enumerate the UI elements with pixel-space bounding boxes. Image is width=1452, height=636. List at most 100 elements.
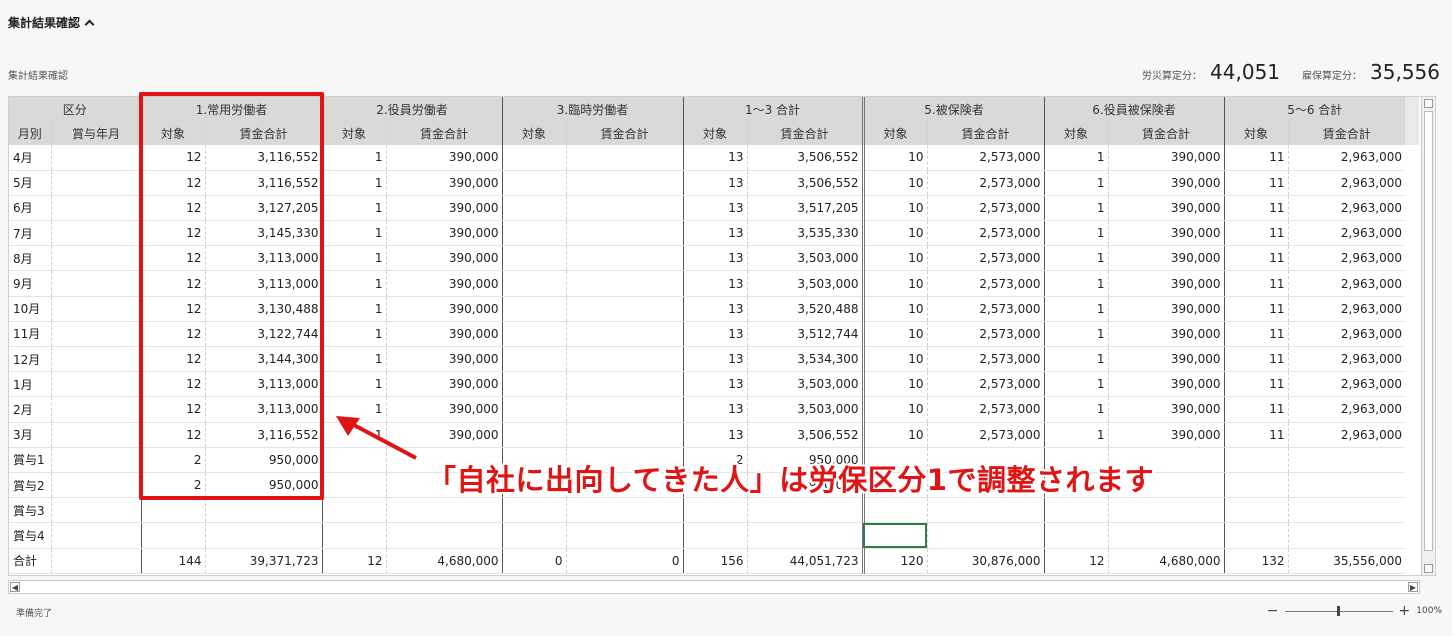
count-cell[interactable]: 13 [683,321,748,348]
count-cell[interactable]: 1 [322,170,387,196]
count-cell[interactable] [683,497,748,524]
wage-cell[interactable]: 0 [566,547,684,574]
count-cell[interactable] [502,346,567,373]
count-cell[interactable] [322,497,387,524]
wage-cell[interactable]: 2,573,000 [927,396,1045,423]
wage-cell[interactable] [566,396,684,423]
row-label[interactable]: 賞与3 [9,497,52,524]
count-cell[interactable]: 1 [322,296,387,322]
count-cell[interactable] [683,522,748,549]
count-cell[interactable]: 156 [683,547,748,574]
wage-cell[interactable]: 390,000 [1108,422,1225,448]
count-cell[interactable] [1224,522,1289,549]
wage-cell[interactable] [1108,522,1225,549]
count-cell[interactable]: 11 [1224,321,1289,348]
count-cell[interactable]: 11 [1224,220,1289,247]
count-cell[interactable] [1044,497,1109,524]
count-cell[interactable] [322,472,387,499]
row-label[interactable]: 1月 [9,371,52,398]
row-label[interactable]: 7月 [9,220,52,247]
count-cell[interactable]: 11 [1224,422,1289,448]
count-cell[interactable]: 132 [1224,547,1289,574]
count-cell[interactable]: 1 [1044,371,1109,398]
wage-cell[interactable]: 3,535,330 [747,220,865,247]
count-cell[interactable]: 1 [1044,296,1109,322]
wage-cell[interactable]: 390,000 [386,245,503,272]
wage-cell[interactable]: 3,506,552 [747,145,865,171]
bonus-month-cell[interactable] [51,145,142,171]
wage-cell[interactable]: 2,963,000 [1288,396,1405,423]
count-cell[interactable]: 11 [1224,270,1289,297]
count-cell[interactable] [502,422,567,448]
wage-cell[interactable]: 35,556,000 [1288,547,1405,574]
wage-cell[interactable]: 3,506,552 [747,170,865,196]
count-cell[interactable]: 11 [1224,195,1289,222]
wage-cell[interactable]: 2,573,000 [927,270,1045,297]
wage-cell[interactable]: 390,000 [1108,220,1225,247]
wage-cell[interactable]: 3,512,744 [747,321,865,348]
row-label[interactable]: 賞与4 [9,522,52,549]
wage-cell[interactable] [566,195,684,222]
wage-cell[interactable]: 2,573,000 [927,145,1045,171]
bonus-month-cell[interactable] [51,296,142,322]
count-cell[interactable]: 11 [1224,170,1289,196]
count-cell[interactable]: 1 [322,195,387,222]
row-label[interactable]: 5月 [9,170,52,196]
wage-cell[interactable]: 2,573,000 [927,195,1045,222]
wage-cell[interactable] [566,170,684,196]
wage-cell[interactable] [1288,447,1405,473]
zoom-slider[interactable] [1284,605,1393,616]
count-cell[interactable]: 1 [1044,170,1109,196]
wage-cell[interactable]: 30,876,000 [927,547,1045,574]
count-cell[interactable]: 10 [863,296,928,322]
wage-cell[interactable]: 4,680,000 [1108,547,1225,574]
bonus-month-cell[interactable] [51,220,142,247]
wage-cell[interactable]: 2,963,000 [1288,371,1405,398]
wage-cell[interactable]: 390,000 [386,220,503,247]
count-cell[interactable]: 1 [322,270,387,297]
bonus-month-cell[interactable] [51,447,142,473]
wage-cell[interactable]: 2,963,000 [1288,270,1405,297]
bonus-month-cell[interactable] [51,195,142,222]
wage-cell[interactable] [566,497,684,524]
wage-cell[interactable]: 3,506,552 [747,422,865,448]
zoom-in-button[interactable]: + [1399,603,1411,619]
vertical-scrollbar[interactable] [1421,97,1435,575]
row-label[interactable]: 2月 [9,396,52,423]
row-label[interactable]: 賞与1 [9,447,52,473]
wage-cell[interactable] [205,497,323,524]
bonus-month-cell[interactable] [51,547,142,574]
bonus-month-cell[interactable] [51,346,142,373]
count-cell[interactable]: 1 [1044,245,1109,272]
row-label[interactable]: 10月 [9,296,52,322]
wage-cell[interactable]: 390,000 [1108,371,1225,398]
wage-cell[interactable] [205,522,323,549]
count-cell[interactable]: 1 [1044,396,1109,423]
count-cell[interactable] [502,296,567,322]
count-cell[interactable]: 11 [1224,296,1289,322]
count-cell[interactable]: 10 [863,170,928,196]
wage-cell[interactable]: 390,000 [1108,245,1225,272]
count-cell[interactable]: 1 [322,220,387,247]
wage-cell[interactable] [747,522,865,549]
wage-cell[interactable]: 2,573,000 [927,220,1045,247]
count-cell[interactable] [863,522,928,549]
wage-cell[interactable]: 2,573,000 [927,371,1045,398]
count-cell[interactable]: 13 [683,296,748,322]
wage-cell[interactable] [1288,497,1405,524]
row-label[interactable]: 11月 [9,321,52,348]
zoom-slider-knob[interactable] [1336,605,1340,616]
wage-cell[interactable]: 2,963,000 [1288,170,1405,196]
count-cell[interactable] [502,220,567,247]
wage-cell[interactable]: 2,573,000 [927,321,1045,348]
wage-cell[interactable]: 3,503,000 [747,245,865,272]
bonus-month-cell[interactable] [51,371,142,398]
wage-cell[interactable] [386,497,503,524]
count-cell[interactable]: 13 [683,346,748,373]
horizontal-scrollbar[interactable]: ◀ ▶ [8,580,1420,594]
scroll-down-button[interactable] [1424,564,1433,573]
wage-cell[interactable]: 2,963,000 [1288,145,1405,171]
count-cell[interactable]: 11 [1224,346,1289,373]
count-cell[interactable]: 1 [1044,422,1109,448]
wage-cell[interactable]: 2,963,000 [1288,321,1405,348]
